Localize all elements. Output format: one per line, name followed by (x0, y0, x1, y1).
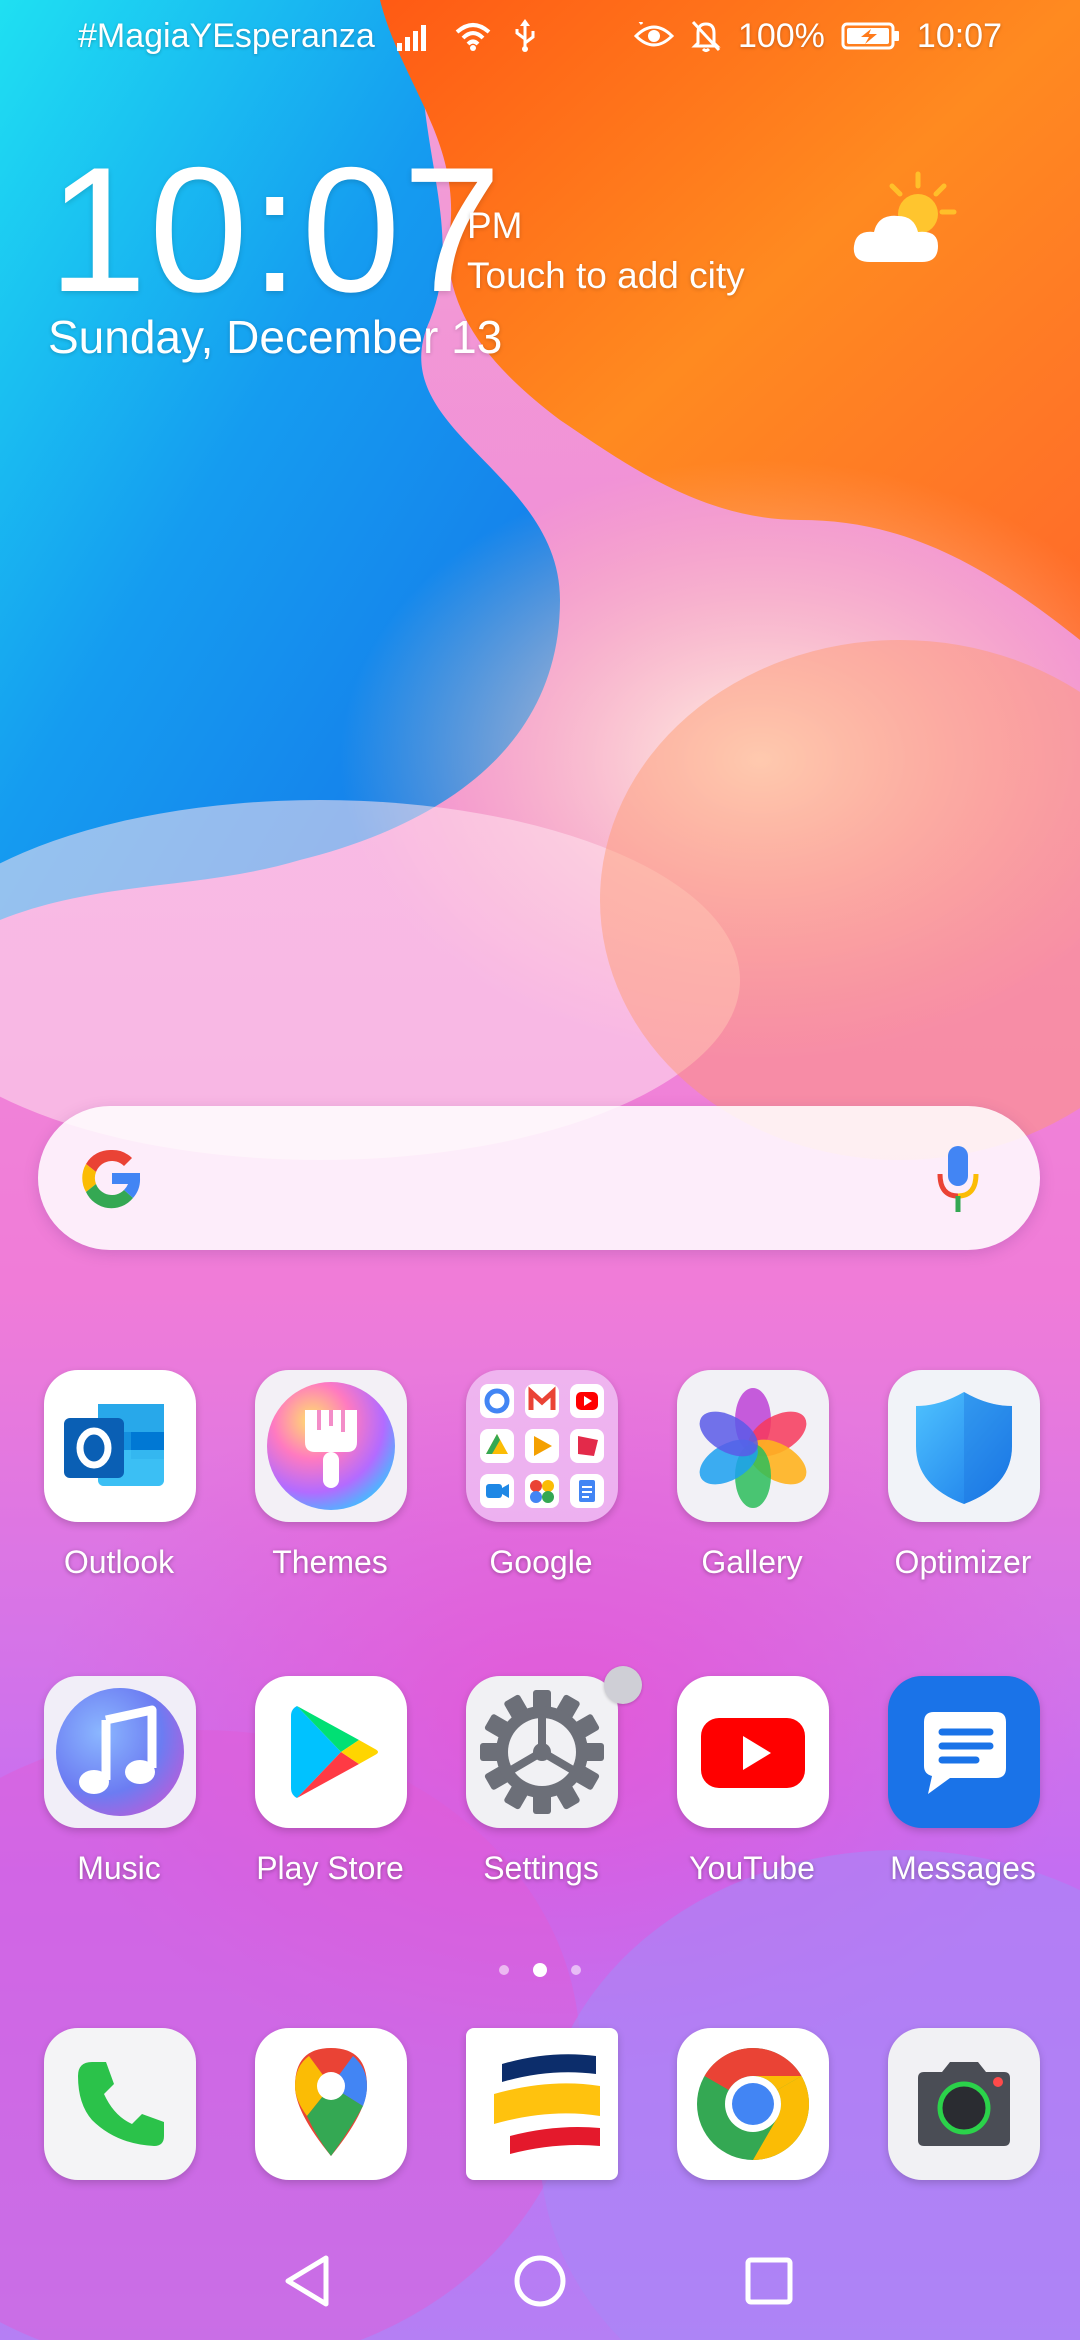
themes-brush-icon (267, 1382, 395, 1510)
app-label: Optimizer (894, 1544, 1032, 1580)
gear-icon (480, 1690, 604, 1814)
app-label: YouTube (689, 1850, 815, 1886)
recents-square-icon[interactable] (734, 2246, 804, 2316)
dock-bank[interactable] (436, 2028, 646, 2268)
app-play-store[interactable]: Play Store (225, 1676, 435, 1916)
add-city-link[interactable]: Touch to add city (467, 254, 745, 298)
app-label: Gallery (701, 1544, 803, 1580)
clock-ampm: PM (467, 205, 523, 246)
dock (0, 2028, 1080, 2188)
app-google-folder[interactable]: Google (436, 1370, 646, 1610)
dock-phone[interactable] (14, 2028, 224, 2268)
app-youtube[interactable]: YouTube (647, 1676, 857, 1916)
app-label: Messages (890, 1850, 1036, 1886)
app-label: Themes (272, 1544, 388, 1580)
app-settings[interactable]: Settings (436, 1666, 646, 1916)
clock-date[interactable]: Sunday, December 13 (48, 310, 502, 364)
music-note-icon (56, 1688, 184, 1816)
app-label: Music (77, 1850, 161, 1886)
status-bar: #MagiaYEsperanza 100% 10:07 (0, 0, 1080, 72)
partly-cloudy-icon[interactable] (848, 168, 960, 272)
home-circle-icon[interactable] (505, 2246, 575, 2316)
maps-pin-icon (295, 2048, 367, 2156)
app-messages[interactable]: Messages (858, 1676, 1068, 1916)
battery-charging-icon (841, 22, 899, 50)
app-gallery[interactable]: Gallery (647, 1370, 857, 1610)
google-folder-icon (480, 1384, 604, 1508)
camera-icon (918, 2062, 1010, 2146)
app-label: Settings (483, 1850, 599, 1886)
navigation-bar (0, 2236, 1080, 2324)
google-search-bar[interactable] (38, 1106, 1040, 1250)
app-themes[interactable]: Themes (225, 1370, 435, 1610)
battery-percent: 100% (737, 17, 825, 55)
play-store-icon (291, 1706, 378, 1798)
app-music[interactable]: Music (14, 1676, 224, 1916)
app-optimizer[interactable]: Optimizer (858, 1370, 1068, 1610)
page-indicator[interactable] (490, 1958, 590, 1982)
gallery-flower-icon (699, 1388, 807, 1508)
status-time: 10:07 (916, 17, 1002, 55)
signal-icon (396, 25, 426, 51)
shield-icon (916, 1392, 1012, 1504)
page-dot-home (499, 1965, 509, 1975)
back-triangle-icon[interactable] (274, 2246, 344, 2316)
carrier-text: #MagiaYEsperanza (78, 17, 375, 55)
dock-maps[interactable] (225, 2028, 435, 2268)
google-g-icon (82, 1149, 141, 1209)
home-screen: #MagiaYEsperanza 100% 10:07 10:07 PM Tou… (0, 0, 1080, 2340)
youtube-icon (701, 1718, 805, 1788)
outlook-icon (64, 1404, 164, 1486)
eye-comfort-icon (633, 22, 674, 47)
phone-icon (78, 2062, 164, 2146)
page-dot (571, 1965, 581, 1975)
app-row-1: Outlook Themes Google Gallery Optimizer (0, 1370, 1080, 1620)
notification-badge (604, 1666, 642, 1704)
chrome-icon (697, 2048, 810, 2160)
messages-icon (924, 1712, 1006, 1794)
wifi-icon (455, 23, 491, 51)
page-dot-current (533, 1963, 547, 1977)
dock-camera[interactable] (858, 2028, 1068, 2268)
app-label: Play Store (256, 1850, 404, 1886)
clock-time[interactable]: 10:07 (48, 140, 503, 320)
app-label: Google (489, 1544, 593, 1580)
silent-bell-icon (691, 20, 721, 52)
app-row-2: Music Play Store Settings YouTube Messag… (0, 1666, 1080, 1926)
app-label: Outlook (63, 1544, 175, 1580)
dock-chrome[interactable] (647, 2028, 857, 2268)
app-outlook[interactable]: Outlook (14, 1370, 224, 1610)
bank-flag-icon (494, 2054, 600, 2154)
microphone-icon[interactable] (934, 1144, 982, 1214)
usb-icon (515, 19, 535, 52)
